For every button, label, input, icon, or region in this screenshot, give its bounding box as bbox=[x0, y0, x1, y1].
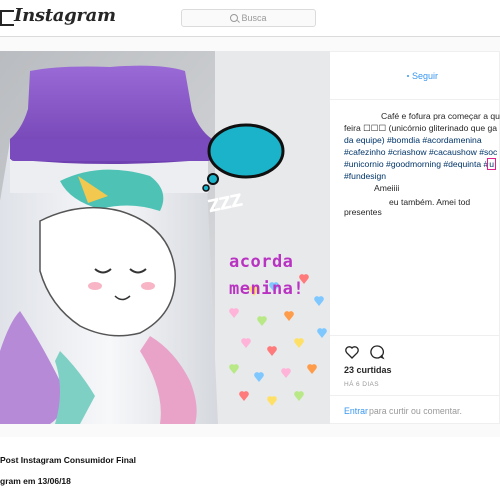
document-caption: Post Instagram Consumidor Final bbox=[0, 455, 137, 465]
caption-line: feira ☐☐☐ (unicórnio gliterinado que ga bbox=[344, 123, 498, 133]
login-link[interactable]: Entrar bbox=[344, 406, 368, 416]
caption-line[interactable]: #fundesign bbox=[344, 170, 500, 182]
comment-icon[interactable] bbox=[369, 344, 385, 360]
login-prompt-text: para curtir ou comentar. bbox=[369, 406, 462, 416]
photo-overlay-text: acorda menina! bbox=[229, 249, 304, 303]
instagram-camera-icon[interactable] bbox=[0, 10, 14, 26]
photo-illustration bbox=[0, 51, 330, 424]
separator-dot bbox=[407, 75, 409, 77]
search-placeholder: Busca bbox=[241, 13, 267, 23]
post-sidebar: Seguir Café e fofura pra começar a qui f… bbox=[330, 51, 500, 424]
caption-hashtags[interactable]: #unicornio #goodmorning #dequinta # bbox=[344, 159, 488, 169]
post-header: Seguir bbox=[330, 52, 500, 100]
search-icon bbox=[230, 14, 239, 22]
comment-text: presentes bbox=[344, 207, 382, 217]
overlay-line-2: menina! bbox=[229, 279, 305, 299]
login-prompt: Entrar para curtir ou comentar. bbox=[330, 395, 500, 425]
comment-text: eu também. Amei tod bbox=[389, 197, 471, 207]
post-caption: Café e fofura pra começar a qui feira ☐☐… bbox=[344, 110, 500, 182]
follow-button[interactable]: Seguir bbox=[412, 71, 438, 81]
caption-line[interactable]: da equipe) #bomdia #acordamenina bbox=[344, 134, 500, 146]
heart-icon[interactable] bbox=[344, 344, 360, 360]
caption-line[interactable]: #cafezinho #criashow #cacaushow #soc bbox=[344, 146, 500, 158]
caption-line[interactable]: #unicornio #goodmorning #dequinta #u bbox=[344, 158, 500, 170]
post-photo[interactable]: ZZZ acorda menina! bbox=[0, 51, 330, 424]
document-date: gram em 13/06/18 bbox=[0, 476, 71, 486]
search-input[interactable]: Busca bbox=[181, 9, 316, 27]
instagram-logo[interactable]: Instagram bbox=[14, 5, 116, 26]
caption-line: Café e fofura pra começar a qui bbox=[381, 111, 500, 121]
highlight-marker: u bbox=[487, 158, 497, 170]
post-timestamp: HÁ 6 DIAS bbox=[344, 381, 380, 388]
comment-text: Ameiiii bbox=[374, 183, 400, 193]
top-navbar: Instagram Busca bbox=[0, 0, 500, 37]
post-actions: 23 curtidas HÁ 6 DIAS bbox=[330, 335, 500, 395]
likes-count[interactable]: 23 curtidas bbox=[344, 365, 392, 375]
overlay-line-1: acorda bbox=[229, 252, 294, 272]
